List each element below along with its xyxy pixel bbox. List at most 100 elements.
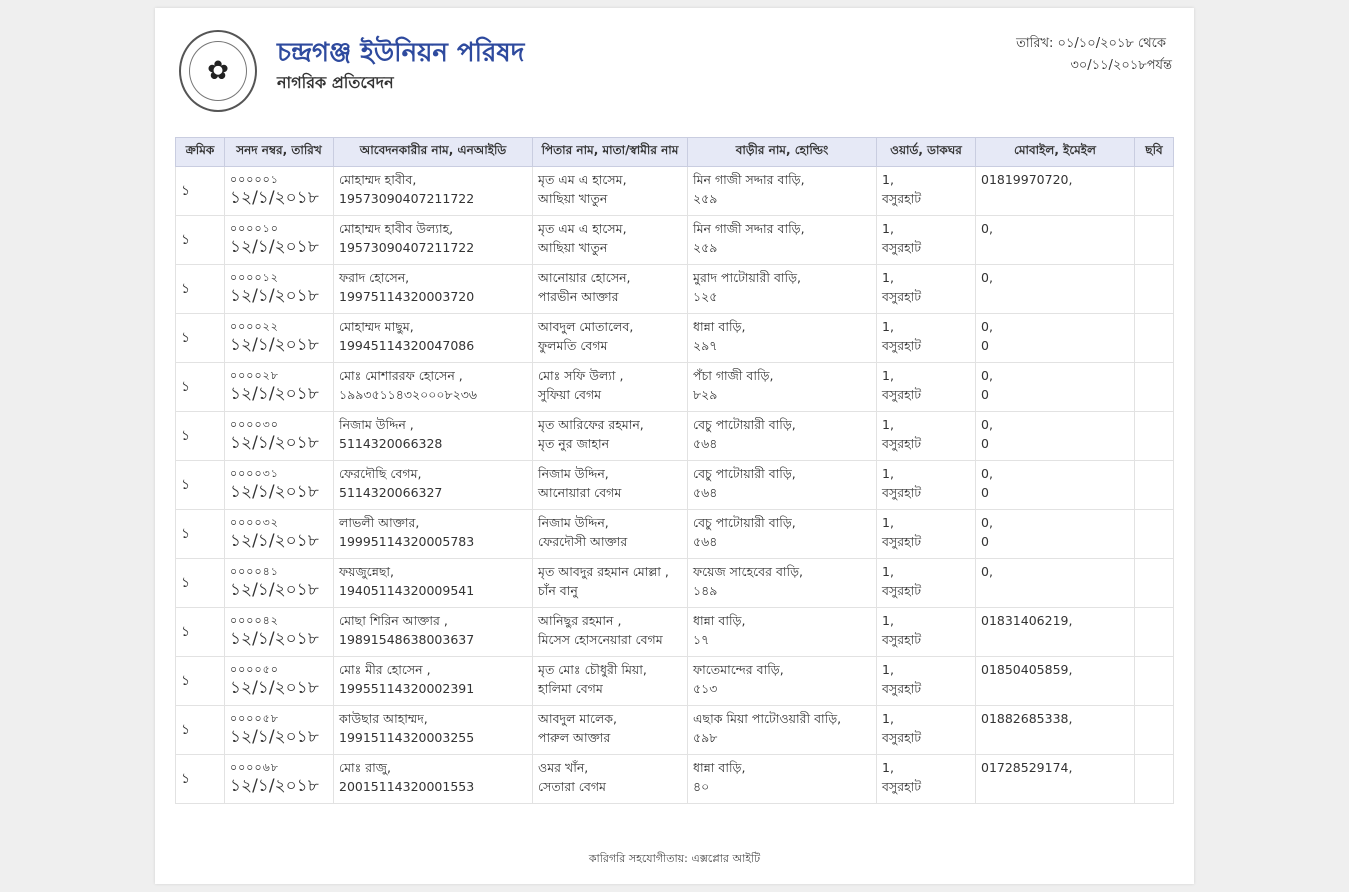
applicant-nid: 20015114320001553 [339,779,475,794]
certificate-number: ০০০০৪১ [230,565,279,578]
certificate-cell: ০০০০৪১ ১২/১/২০১৮ [224,558,334,608]
email: 0 [981,387,989,402]
certificate-date: ১২/১/২০১৮ [230,188,319,208]
post-office: বসুরহাট [882,534,922,549]
applicant-cell: মোঃ রাজু, 20015114320001553 [333,754,533,804]
table-row: ১ ০০০০৫৮ ১২/১/২০১৮ কাউছার আহাম্মদ, 199151143… [175,705,1174,755]
serial-cell: ১ [175,411,225,461]
house-cell: ধান্না বাড়ি, ২৯৭ [687,313,877,363]
house-name: এছাক মিয়া পাটোওয়ারী বাড়ি, [693,711,842,726]
certificate-date: ১২/১/২০১৮ [230,629,319,649]
applicant-name: ফয়জুন্নেছা, [339,564,395,579]
applicant-nid: 19915114320003255 [339,730,475,745]
mother-name: মৃত নুর জাহান [538,436,610,451]
certificate-number: ০০০০৩২ [230,516,279,529]
column-header-certificate: সনদ নম্বর, তারিখ [224,137,334,167]
certificate-date: ১২/১/২০১৮ [230,482,319,502]
father-name: আনোয়ার হোসেন, [538,270,631,285]
ward-number: 1, [882,270,894,285]
post-office: বসুরহাট [882,730,922,745]
mother-name: পারভীন আক্তার [538,289,619,304]
certificate-number: ০০০০০১ [230,173,279,186]
certificate-number: ০০০০৩০ [230,418,279,431]
ward-number: 1, [882,662,894,677]
table-row: ১ ০০০০২৮ ১২/১/২০১৮ মোঃ মোশাররফ হোসেন , ১৯৯৩৫… [175,362,1174,412]
mother-name: চাঁন বানু [538,583,578,598]
post-office: বসুরহাট [882,289,922,304]
table-row: ১ ০০০০১২ ১২/১/২০১৮ ফরাদ হোসেন, 1997511432000… [175,264,1174,314]
table-row: ১ ০০০০৫০ ১২/১/২০১৮ মোঃ মীর হোসেন , 199551143… [175,656,1174,706]
holding-number: ১৪৯ [693,583,718,598]
house-name: ফয়েজ সাহেবের বাড়ি, [693,564,804,579]
serial-cell: ১ [175,460,225,510]
house-name: বেচু পাটোয়ারী বাড়ি, [693,466,796,481]
certificate-cell: ০০০০৫০ ১২/১/২০১৮ [224,656,334,706]
serial-cell: ১ [175,264,225,314]
mobile-number: 01728529174, [981,760,1073,775]
ward-number: 1, [882,172,894,187]
applicant-cell: ফয়জুন্নেছা, 19405114320009541 [333,558,533,608]
mother-name: সেতারা বেগম [538,779,606,794]
certificate-cell: ০০০০৩০ ১২/১/২০১৮ [224,411,334,461]
mobile-number: 01850405859, [981,662,1073,677]
table-header-row: ক্রমিক সনদ নম্বর, তারিখ আবেদনকারীর নাম, … [175,137,1174,167]
applicant-cell: মোহাম্মদ মাছুম, 19945114320047086 [333,313,533,363]
ward-number: 1, [882,221,894,236]
holding-number: ১৭ [693,632,710,647]
father-name: আবদুল মোতালেব, [538,319,634,334]
serial-cell: ১ [175,607,225,657]
government-seal-icon: ✿ [179,30,257,112]
parents-cell: মোঃ সফি উল্যা , সুফিয়া বেগম [532,362,688,412]
applicant-nid: 19573090407211722 [339,240,475,255]
certificate-number: ০০০০৫৮ [230,712,279,725]
applicant-cell: কাউছার আহাম্মদ, 19915114320003255 [333,705,533,755]
post-office: বসুরহাট [882,485,922,500]
mobile-number: 01831406219, [981,613,1073,628]
parents-cell: নিজাম উদ্দিন, ফেরদৌসী আক্তার [532,509,688,559]
certificate-number: ০০০০২৮ [230,369,279,382]
contact-cell: 01850405859, [975,656,1135,706]
applicant-name: মোছা শিরিন আক্তার , [339,613,448,628]
photo-cell [1134,264,1174,314]
applicant-name: মোহাম্মদ হাবীব, [339,172,417,187]
father-name: মৃত এম এ হাসেম, [538,172,627,187]
photo-cell [1134,558,1174,608]
certificate-date: ১২/১/২০১৮ [230,433,319,453]
ward-number: 1, [882,466,894,481]
mother-name: আছিয়া খাতুন [538,240,608,255]
house-name: মিন গাজী সদ্দার বাড়ি, [693,172,805,187]
email: 0 [981,436,989,451]
citizen-report-table: ক্রমিক সনদ নম্বর, তারিখ আবেদনকারীর নাম, … [175,137,1174,804]
mobile-number: 0, [981,564,993,579]
table-row: ১ ০০০০২২ ১২/১/২০১৮ মোহাম্মদ মাছুম, 199451143… [175,313,1174,363]
holding-number: ৫৬৪ [693,436,718,451]
applicant-nid: 19405114320009541 [339,583,475,598]
applicant-nid: 19573090407211722 [339,191,475,206]
ward-cell: 1, বসুরহাট [876,754,976,804]
certificate-cell: ০০০০১২ ১২/১/২০১৮ [224,264,334,314]
contact-cell: 0, 0 [975,362,1135,412]
table-row: ১ ০০০০৩১ ১২/১/২০১৮ ফেরদৌছি বেগম, 51143200663… [175,460,1174,510]
table-row: ১ ০০০০৩২ ১২/১/২০১৮ লাভলী আক্তার, 19995114320… [175,509,1174,559]
ward-cell: 1, বসুরহাট [876,558,976,608]
holding-number: ৫৬৪ [693,485,718,500]
contact-cell: 0, 0 [975,313,1135,363]
holding-number: ৪০ [693,779,710,794]
contact-cell: 0, 0 [975,411,1135,461]
serial-cell: ১ [175,558,225,608]
certificate-number: ০০০০৪২ [230,614,279,627]
post-office: বসুরহাট [882,681,922,696]
father-name: আনিছুর রহমান , [538,613,622,628]
ward-number: 1, [882,515,894,530]
ward-number: 1, [882,711,894,726]
photo-cell [1134,362,1174,412]
post-office: বসুরহাট [882,583,922,598]
photo-cell [1134,215,1174,265]
applicant-nid: 19975114320003720 [339,289,475,304]
table-row: ১ ০০০০৬৮ ১২/১/২০১৮ মোঃ রাজু, 200151143200015… [175,754,1174,804]
post-office: বসুরহাট [882,191,922,206]
photo-cell [1134,313,1174,363]
column-header-serial: ক্রমিক [175,137,225,167]
applicant-name: মোহাম্মদ হাবীব উল্যাহ, [339,221,454,236]
holding-number: ৫৯৮ [693,730,718,745]
